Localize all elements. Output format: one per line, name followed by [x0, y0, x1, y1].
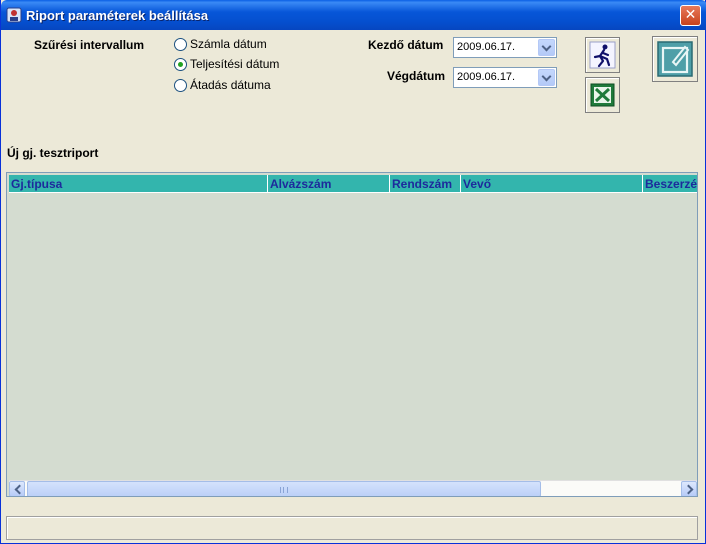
start-date-picker[interactable]: 2009.06.17.	[453, 37, 557, 58]
grid-header: Gj.típusa Alvázszám Rendszám Vevő Beszer…	[9, 175, 697, 193]
radio-button[interactable]	[174, 37, 187, 51]
app-icon	[6, 7, 22, 23]
window-title: Riport paraméterek beállítása	[26, 8, 209, 23]
column-header-chassis[interactable]: Alvázszám	[268, 175, 390, 193]
scroll-thumb[interactable]	[27, 481, 541, 496]
title-bar[interactable]: Riport paraméterek beállítása ✕	[1, 0, 706, 30]
export-excel-button[interactable]	[585, 77, 620, 113]
close-button[interactable]: ✕	[680, 5, 701, 26]
run-report-button[interactable]	[585, 37, 620, 73]
end-date-label: Végdátum	[387, 69, 446, 83]
status-bar	[6, 516, 698, 540]
column-header-plate[interactable]: Rendszám	[390, 175, 461, 193]
edit-report-button[interactable]	[652, 36, 698, 82]
start-date-value: 2009.06.17.	[457, 41, 516, 53]
radio-button-selected[interactable]	[174, 57, 187, 71]
report-params-window: Riport paraméterek beállítása ✕ Szűrési …	[0, 0, 706, 544]
scroll-left-icon[interactable]	[9, 481, 25, 496]
horizontal-scrollbar[interactable]	[9, 480, 697, 496]
filter-interval-label: Szűrési intervallum	[34, 38, 145, 52]
running-man-icon	[589, 41, 616, 69]
column-header-purchase[interactable]: Beszerzé	[643, 175, 697, 193]
radio-fulfillment-date[interactable]: Teljesítési dátum	[174, 56, 279, 72]
edit-icon	[657, 41, 693, 77]
chevron-down-icon[interactable]	[538, 39, 555, 56]
excel-icon	[590, 83, 615, 107]
column-header-type[interactable]: Gj.típusa	[9, 175, 268, 193]
radio-handover-date[interactable]: Átadás dátuma	[174, 77, 271, 93]
end-date-picker[interactable]: 2009.06.17.	[453, 67, 557, 88]
radio-invoice-date[interactable]: Számla dátum	[174, 36, 267, 52]
report-title: Új gj. tesztriport	[7, 146, 99, 160]
radio-label: Számla dátum	[190, 37, 267, 51]
scroll-right-icon[interactable]	[681, 481, 697, 496]
report-grid[interactable]: Gj.típusa Alvázszám Rendszám Vevő Beszer…	[6, 172, 698, 497]
radio-button[interactable]	[174, 78, 187, 92]
grip-icon	[280, 487, 288, 493]
chevron-down-icon[interactable]	[538, 69, 555, 86]
radio-label: Átadás dátuma	[190, 78, 271, 92]
start-date-label: Kezdő dátum	[368, 38, 444, 52]
column-header-customer[interactable]: Vevő	[461, 175, 643, 193]
end-date-value: 2009.06.17.	[457, 71, 516, 83]
radio-label: Teljesítési dátum	[190, 57, 280, 71]
